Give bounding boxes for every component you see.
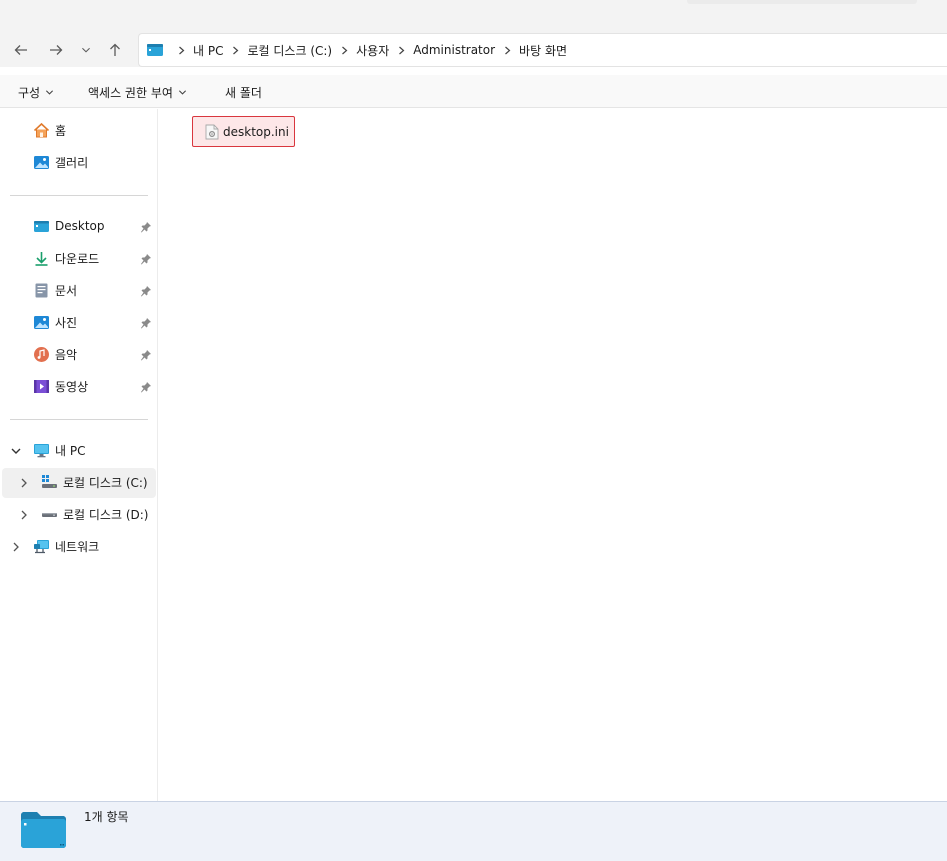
sidebar-item-downloads[interactable]: 다운로드 <box>33 244 99 272</box>
sidebar-item-pictures[interactable]: 사진 <box>33 308 77 336</box>
sidebar-item-documents[interactable]: 문서 <box>33 276 77 304</box>
sidebar-item-local-disk-c[interactable]: 로컬 디스크 (C:) <box>41 468 148 496</box>
music-icon <box>34 346 49 362</box>
download-icon <box>35 251 48 266</box>
forward-button[interactable] <box>41 35 71 65</box>
desktop-folder-icon <box>34 220 49 232</box>
navigation-bar: 내 PC 로컬 디스크 (C:) 사용자 Administrator 바탕 화면 <box>0 33 947 67</box>
pin-icon[interactable] <box>140 349 152 361</box>
new-folder-button[interactable]: 새 폴더 <box>225 84 262 101</box>
sidebar-item-local-disk-d[interactable]: 로컬 디스크 (D:) <box>41 500 148 528</box>
sidebar-item-this-pc[interactable]: 내 PC <box>33 436 85 464</box>
sidebar-label-local-disk-d: 로컬 디스크 (D:) <box>63 507 149 522</box>
sidebar-label-local-disk-c: 로컬 디스크 (C:) <box>63 475 148 490</box>
document-icon <box>35 283 48 297</box>
gallery-icon <box>34 155 49 169</box>
sidebar-label-gallery: 갤러리 <box>55 155 89 170</box>
network-icon <box>34 539 49 553</box>
arrow-up-icon <box>110 43 120 56</box>
breadcrumb-separator-icon <box>228 45 242 55</box>
pin-icon[interactable] <box>140 317 152 329</box>
drive-icon <box>42 512 57 517</box>
home-icon <box>33 122 50 137</box>
breadcrumb-this-pc[interactable]: 내 PC <box>193 42 223 59</box>
sidebar-label-documents: 문서 <box>55 283 78 298</box>
folder-icon <box>21 812 66 848</box>
breadcrumb-separator-icon <box>174 45 188 55</box>
sidebar-label-home: 홈 <box>55 123 67 138</box>
breadcrumb-local-disk-c[interactable]: 로컬 디스크 (C:) <box>247 42 332 59</box>
breadcrumb-administrator[interactable]: Administrator <box>413 43 495 57</box>
address-bar[interactable]: 내 PC 로컬 디스크 (C:) 사용자 Administrator 바탕 화면 <box>138 33 947 67</box>
organize-label: 구성 <box>18 86 41 100</box>
breadcrumb-separator-icon <box>337 45 351 55</box>
sidebar-label-downloads: 다운로드 <box>55 251 100 266</box>
pin-icon[interactable] <box>140 221 152 233</box>
pin-icon[interactable] <box>140 253 152 265</box>
sidebar-label-desktop: Desktop <box>55 219 105 233</box>
file-list-area[interactable]: desktop.ini <box>159 109 947 801</box>
navigation-pane[interactable]: 홈 갤러리 Desktop 다운로드 문서 사진 음악 동영상 내 PC 로컬 … <box>0 109 158 801</box>
sidebar-item-network[interactable]: 네트워크 <box>33 532 99 560</box>
grant-access-label: 액세스 권한 부여 <box>88 86 173 100</box>
system-drive-icon <box>42 474 57 488</box>
pin-icon[interactable] <box>140 381 152 393</box>
sidebar-divider <box>10 419 148 420</box>
sidebar-label-videos: 동영상 <box>55 379 89 394</box>
file-item-desktop-ini[interactable]: desktop.ini <box>192 116 295 147</box>
pictures-icon <box>34 315 49 329</box>
computer-icon <box>34 443 49 457</box>
sidebar-item-gallery[interactable]: 갤러리 <box>33 148 88 176</box>
sidebar-label-this-pc: 내 PC <box>55 443 86 458</box>
arrow-right-icon <box>50 45 63 55</box>
status-bar: 1개 항목 <box>0 801 947 861</box>
chevron-down-icon <box>178 90 186 95</box>
sidebar-label-network: 네트워크 <box>55 539 100 554</box>
recent-locations-button[interactable] <box>76 35 96 65</box>
video-icon <box>34 379 49 393</box>
breadcrumb-desktop[interactable]: 바탕 화면 <box>519 42 567 59</box>
desktop-folder-icon <box>147 44 163 56</box>
organize-button[interactable]: 구성 <box>18 84 54 101</box>
sidebar-label-music: 음악 <box>55 347 78 362</box>
arrow-left-icon <box>14 45 27 55</box>
sidebar-divider <box>10 195 148 196</box>
command-bar: 구성 액세스 권한 부여 새 폴더 <box>0 75 947 108</box>
breadcrumb-users[interactable]: 사용자 <box>356 42 389 59</box>
breadcrumb-separator-icon <box>394 45 408 55</box>
pin-icon[interactable] <box>140 285 152 297</box>
sidebar-label-pictures: 사진 <box>55 315 78 330</box>
sidebar-item-music[interactable]: 음악 <box>33 340 77 368</box>
grant-access-button[interactable]: 액세스 권한 부여 <box>88 84 187 101</box>
chevron-down-icon <box>82 47 90 53</box>
chevron-down-icon[interactable] <box>10 445 22 457</box>
chevron-down-icon <box>46 90 54 95</box>
settings-file-icon <box>205 124 219 139</box>
file-name: desktop.ini <box>223 124 289 139</box>
sidebar-item-videos[interactable]: 동영상 <box>33 372 88 400</box>
chevron-right-icon[interactable] <box>10 541 22 553</box>
sidebar-item-home[interactable]: 홈 <box>33 116 66 144</box>
back-button[interactable] <box>6 35 36 65</box>
up-button[interactable] <box>100 35 130 65</box>
sidebar-item-desktop[interactable]: Desktop <box>33 212 105 240</box>
new-folder-label: 새 폴더 <box>225 86 262 100</box>
title-strip <box>0 0 947 33</box>
item-count: 1개 항목 <box>84 810 129 824</box>
chevron-right-icon[interactable] <box>18 477 30 489</box>
breadcrumb-separator-icon <box>500 45 514 55</box>
chevron-right-icon[interactable] <box>18 509 30 521</box>
